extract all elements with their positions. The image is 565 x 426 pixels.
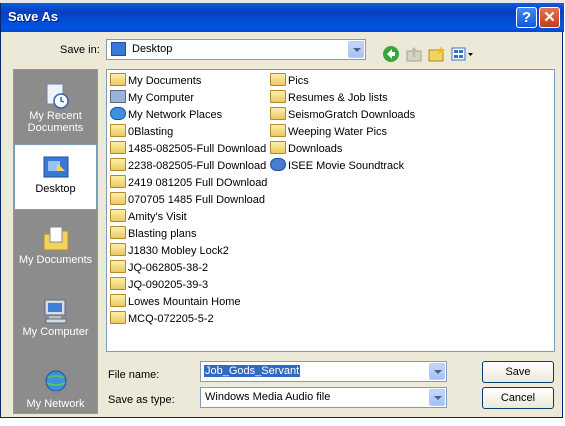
- folder-icon: [110, 158, 126, 171]
- folder-icon: [270, 90, 286, 103]
- list-item[interactable]: Weeping Water Pics: [270, 124, 387, 140]
- place-label: My Network: [26, 398, 85, 410]
- file-name-value: Job_Gods_Servant: [204, 365, 301, 377]
- list-item[interactable]: My Documents: [110, 73, 201, 89]
- place-my-computer[interactable]: My Computer: [14, 288, 97, 354]
- list-item[interactable]: Resumes & Job lists: [270, 90, 388, 106]
- my-computer-icon: [44, 299, 66, 324]
- close-button[interactable]: ✕: [539, 7, 560, 28]
- save-as-type-dropdown[interactable]: Windows Media Audio file: [200, 387, 447, 408]
- list-item[interactable]: ISEE Movie Soundtrack: [270, 158, 404, 174]
- place-desktop[interactable]: Desktop: [14, 144, 97, 210]
- new-folder-icon[interactable]: [428, 45, 446, 63]
- save-as-dialog: Save As ? ✕ Save in: Desktop My Recent D…: [0, 3, 564, 418]
- folder-icon: [270, 124, 286, 137]
- folder-icon: [110, 175, 126, 188]
- file-list[interactable]: My Documents My Computer My Network Plac…: [106, 69, 555, 352]
- folder-icon: [110, 243, 126, 256]
- save-as-type-value: Windows Media Audio file: [205, 391, 331, 403]
- save-as-type-dropdown-arrow[interactable]: [429, 389, 445, 406]
- dialog-title: Save As: [8, 9, 59, 24]
- folder-icon: [110, 294, 126, 307]
- list-item[interactable]: MCQ-072205-5-2: [110, 311, 214, 327]
- file-name-label: File name:: [108, 369, 160, 381]
- media-file-icon: [270, 158, 286, 171]
- recent-documents-icon: [46, 83, 69, 109]
- place-my-recent-documents[interactable]: My Recent Documents: [14, 72, 97, 138]
- list-item[interactable]: Pics: [270, 73, 309, 89]
- list-item[interactable]: JQ-062805-38-2: [110, 260, 208, 276]
- my-computer-icon: [110, 90, 126, 103]
- file-name-dropdown-arrow[interactable]: [429, 363, 445, 380]
- network-places-icon: [110, 107, 126, 120]
- folder-icon: [110, 209, 126, 222]
- list-item[interactable]: Amity's Visit: [110, 209, 187, 225]
- my-documents-icon: [110, 73, 126, 86]
- list-item[interactable]: 2419 081205 Full DOwnload: [110, 175, 267, 191]
- folder-icon: [110, 226, 126, 239]
- list-item[interactable]: 070705 1485 Full Download: [110, 192, 265, 208]
- folder-icon: [110, 192, 126, 205]
- desktop-small-icon: [111, 42, 126, 56]
- save-in-dropdown[interactable]: Desktop: [106, 39, 366, 60]
- place-label: My Documents: [18, 254, 93, 266]
- places-bar: My Recent Documents Desktop My Documents…: [13, 69, 98, 414]
- save-in-label: Save in:: [60, 44, 100, 56]
- list-item[interactable]: Lowes Mountain Home: [110, 294, 241, 310]
- my-network-icon: [45, 370, 66, 395]
- up-folder-icon[interactable]: [405, 45, 423, 63]
- list-item[interactable]: JQ-090205-39-3: [110, 277, 208, 293]
- place-label: My Recent Documents: [27, 110, 84, 134]
- list-item[interactable]: 0Blasting: [110, 124, 173, 140]
- save-in-dropdown-arrow[interactable]: [348, 41, 364, 58]
- shortcut-folder-icon: [270, 141, 286, 154]
- list-item[interactable]: 1485-082505-Full Download: [110, 141, 266, 157]
- place-my-network[interactable]: My Network: [14, 360, 97, 426]
- save-as-type-label: Save as type:: [108, 394, 175, 406]
- place-my-documents[interactable]: My Documents: [14, 216, 97, 282]
- save-button[interactable]: Save: [482, 361, 554, 383]
- help-button[interactable]: ?: [516, 7, 537, 28]
- list-item[interactable]: J1830 Mobley Lock2: [110, 243, 229, 259]
- list-item[interactable]: My Computer: [110, 90, 194, 106]
- folder-icon: [110, 311, 126, 324]
- folder-icon: [270, 107, 286, 120]
- list-item[interactable]: Downloads: [270, 141, 342, 157]
- folder-icon: [270, 73, 286, 86]
- folder-icon: [110, 277, 126, 290]
- views-menu-icon[interactable]: [451, 45, 475, 63]
- title-bar[interactable]: Save As ? ✕: [1, 3, 564, 32]
- folder-icon: [110, 260, 126, 273]
- cancel-button[interactable]: Cancel: [482, 387, 554, 409]
- place-label: Desktop: [35, 183, 76, 195]
- folder-icon: [110, 124, 126, 137]
- list-item[interactable]: SeismoGratch Downloads: [270, 107, 415, 123]
- save-in-value: Desktop: [132, 43, 173, 55]
- list-item[interactable]: 2238-082505-Full Download: [110, 158, 266, 174]
- my-documents-icon: [43, 226, 68, 251]
- list-item[interactable]: Blasting plans: [110, 226, 197, 242]
- folder-icon: [110, 141, 126, 154]
- place-label: My Computer: [22, 326, 89, 338]
- list-item[interactable]: My Network Places: [110, 107, 222, 123]
- file-name-field[interactable]: Job_Gods_Servant: [200, 361, 447, 382]
- back-icon[interactable]: [382, 45, 400, 63]
- desktop-icon: [43, 156, 68, 178]
